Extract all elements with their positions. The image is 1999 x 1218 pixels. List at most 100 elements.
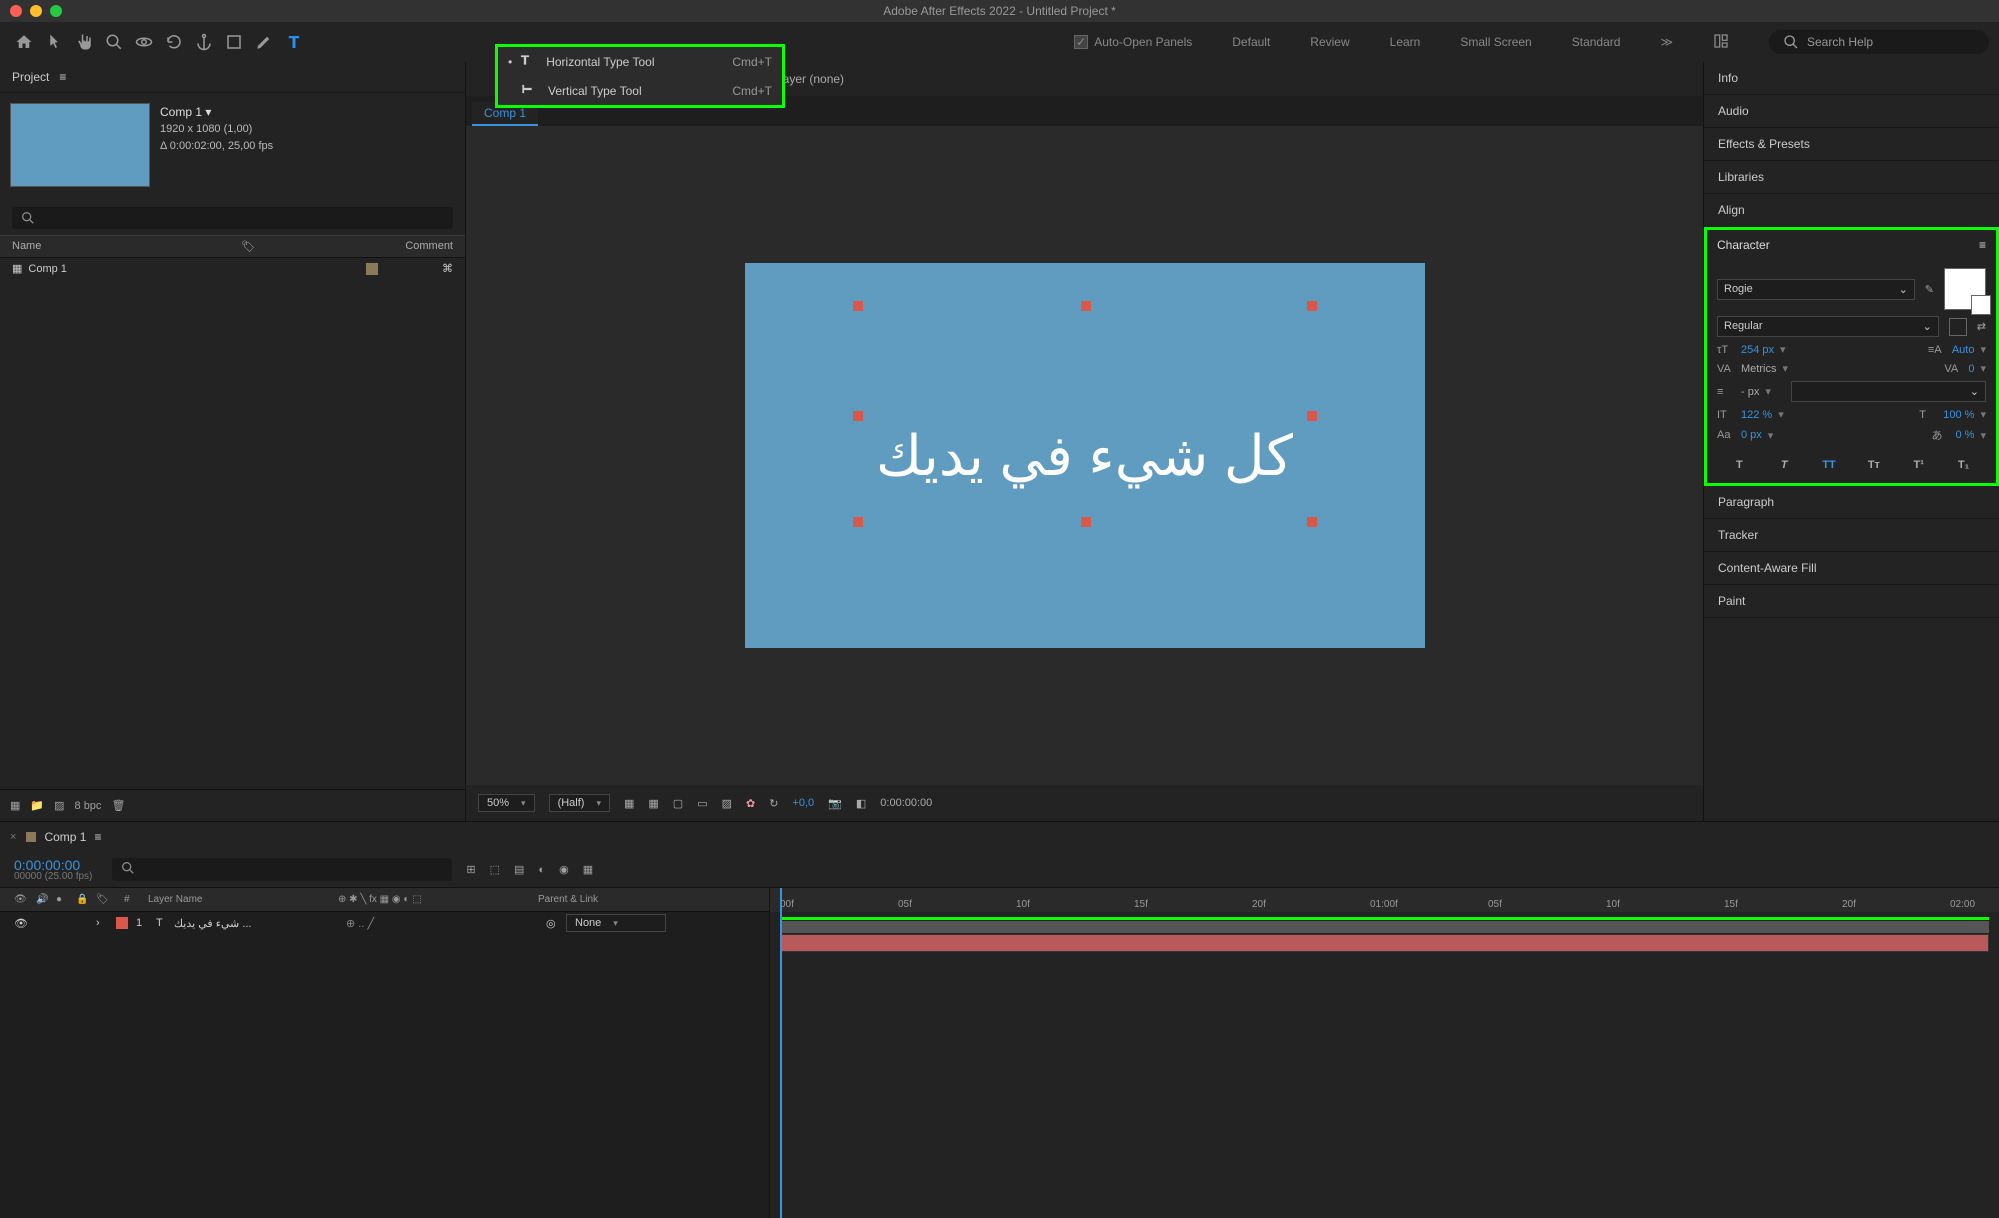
- exposure-value[interactable]: +0,0: [792, 797, 814, 809]
- eye-col-icon[interactable]: 👁: [14, 894, 36, 905]
- hand-tool-icon[interactable]: [70, 28, 98, 56]
- small-caps-button[interactable]: Tᴛ: [1862, 455, 1886, 475]
- snapshot-icon[interactable]: 📷: [828, 797, 842, 810]
- graph-editor-icon[interactable]: ▦: [583, 863, 593, 876]
- pen-tool-icon[interactable]: [250, 28, 278, 56]
- baseline-value[interactable]: 0 px: [1741, 429, 1762, 441]
- region-icon[interactable]: ▭: [697, 797, 707, 810]
- interpret-icon[interactable]: ▦: [10, 799, 20, 812]
- selection-tool-icon[interactable]: [40, 28, 68, 56]
- stroke-type-select[interactable]: ⌄: [1791, 381, 1986, 402]
- layer-twirl-icon[interactable]: ›: [96, 917, 116, 929]
- faux-italic-button[interactable]: T: [1772, 455, 1796, 475]
- new-comp-icon[interactable]: ▨: [54, 799, 64, 812]
- swap-colors-icon[interactable]: ⇄: [1977, 320, 1986, 333]
- work-area-bar[interactable]: [780, 921, 1989, 933]
- workspace-learn[interactable]: Learn: [1390, 35, 1421, 49]
- tracker-panel[interactable]: Tracker: [1704, 519, 1999, 552]
- type-tool-icon[interactable]: [280, 28, 308, 56]
- subscript-button[interactable]: T₁: [1952, 455, 1976, 475]
- content-aware-panel[interactable]: Content-Aware Fill: [1704, 552, 1999, 585]
- workspace-small-screen[interactable]: Small Screen: [1460, 35, 1531, 49]
- workspace-settings-icon[interactable]: [1713, 33, 1729, 52]
- audio-panel[interactable]: Audio: [1704, 95, 1999, 128]
- orbit-tool-icon[interactable]: [130, 28, 158, 56]
- comp-thumbnail[interactable]: [10, 103, 150, 187]
- font-family-select[interactable]: Rogie⌄: [1717, 279, 1915, 300]
- parent-select[interactable]: None: [566, 914, 666, 932]
- project-search-input[interactable]: [12, 207, 453, 229]
- stroke-color-swatch[interactable]: [1949, 318, 1967, 336]
- timeline-tab-comp1[interactable]: Comp 1 ≡: [26, 830, 101, 844]
- tsume-value[interactable]: 0 %: [1956, 429, 1975, 441]
- eyedropper-icon[interactable]: ✎: [1925, 283, 1934, 296]
- flowchart-icon[interactable]: ⌘: [442, 262, 453, 275]
- rotate-tool-icon[interactable]: [160, 28, 188, 56]
- audio-col-icon[interactable]: 🔊: [36, 894, 56, 905]
- align-panel[interactable]: Align: [1704, 194, 1999, 227]
- kerning-value[interactable]: Metrics: [1741, 363, 1776, 375]
- window-maximize[interactable]: [50, 5, 62, 17]
- frame-blend-icon[interactable]: ◐: [538, 864, 545, 876]
- transparency-icon[interactable]: ▨: [722, 797, 732, 810]
- shy-icon[interactable]: ▤: [514, 863, 524, 876]
- stroke-value[interactable]: - px: [1741, 386, 1759, 398]
- text-layer-content[interactable]: كل شيء في يديك: [876, 423, 1293, 489]
- show-snapshot-icon[interactable]: ◧: [856, 797, 866, 810]
- horizontal-type-tool-item[interactable]: Horizontal Type Tool Cmd+T: [498, 47, 782, 76]
- rect-tool-icon[interactable]: [220, 28, 248, 56]
- font-style-select[interactable]: Regular⌄: [1717, 316, 1939, 337]
- layer-duration-bar[interactable]: [780, 934, 1989, 952]
- camera-icon[interactable]: ▦: [624, 797, 634, 810]
- info-panel[interactable]: Info: [1704, 62, 1999, 95]
- resolution-select[interactable]: (Half): [549, 794, 610, 812]
- preview-time[interactable]: 0:00:00:00: [880, 797, 932, 809]
- workspace-standard[interactable]: Standard: [1572, 35, 1621, 49]
- composition-canvas[interactable]: كل شيء في يديك: [745, 263, 1425, 648]
- tracking-value[interactable]: 0: [1968, 363, 1974, 375]
- auto-open-panels-checkbox[interactable]: ✓Auto-Open Panels: [1074, 35, 1192, 49]
- superscript-button[interactable]: T¹: [1907, 455, 1931, 475]
- faux-bold-button[interactable]: T: [1727, 455, 1751, 475]
- project-row-comp1[interactable]: ▦ Comp 1 ⌘: [0, 258, 465, 279]
- lock-col-icon[interactable]: 🔒: [76, 894, 96, 905]
- hscale-value[interactable]: 100 %: [1943, 409, 1974, 421]
- paragraph-panel[interactable]: Paragraph: [1704, 486, 1999, 519]
- draft3d-icon[interactable]: ⬚: [490, 863, 500, 876]
- bpc-toggle[interactable]: 8 bpc: [75, 800, 102, 812]
- vertical-type-tool-item[interactable]: Vertical Type Tool Cmd+T: [498, 76, 782, 105]
- label-col-icon[interactable]: 🏷: [96, 894, 124, 905]
- paint-panel[interactable]: Paint: [1704, 585, 1999, 618]
- panel-menu-icon[interactable]: ≡: [1979, 238, 1986, 252]
- playhead[interactable]: [780, 888, 782, 1218]
- motion-blur-icon[interactable]: ◉: [559, 863, 569, 876]
- folder-icon[interactable]: 📁: [30, 799, 44, 812]
- workspace-review[interactable]: Review: [1310, 35, 1349, 49]
- solo-col-icon[interactable]: ●: [56, 894, 76, 905]
- col-comment[interactable]: Comment: [405, 240, 453, 253]
- leading-value[interactable]: Auto: [1952, 344, 1975, 356]
- grid-icon[interactable]: ▦: [648, 797, 658, 810]
- window-minimize[interactable]: [30, 5, 42, 17]
- reset-exposure-icon[interactable]: ↻: [769, 797, 778, 810]
- timeline-layer-row[interactable]: 👁 › 1 T ... شيء في يديك ⊕ .. ╱ ◎ None: [0, 912, 769, 934]
- font-size-value[interactable]: 254 px: [1741, 344, 1774, 356]
- workspace-overflow-icon[interactable]: ≫: [1660, 35, 1673, 49]
- libraries-panel[interactable]: Libraries: [1704, 161, 1999, 194]
- trash-icon[interactable]: 🗑: [111, 799, 125, 812]
- window-close[interactable]: [10, 5, 22, 17]
- workspace-default[interactable]: Default: [1232, 35, 1270, 49]
- comp-flowchart-icon[interactable]: ⊞: [466, 863, 475, 876]
- fill-color-swatch[interactable]: [1944, 268, 1986, 310]
- anchor-tool-icon[interactable]: [190, 28, 218, 56]
- parent-pickwhip-icon[interactable]: ◎: [546, 917, 566, 930]
- color-mgmt-icon[interactable]: ✿: [746, 797, 755, 810]
- home-icon[interactable]: [10, 28, 38, 56]
- all-caps-button[interactable]: TT: [1817, 455, 1841, 475]
- timeline-ruler[interactable]: 00f 05f 10f 15f 20f 01:00f 05f 10f 15f 2…: [770, 888, 1999, 912]
- zoom-tool-icon[interactable]: [100, 28, 128, 56]
- search-help-input[interactable]: Search Help: [1769, 30, 1989, 54]
- timeline-search-input[interactable]: [112, 858, 452, 881]
- zoom-select[interactable]: 50%: [478, 794, 535, 812]
- vscale-value[interactable]: 122 %: [1741, 409, 1772, 421]
